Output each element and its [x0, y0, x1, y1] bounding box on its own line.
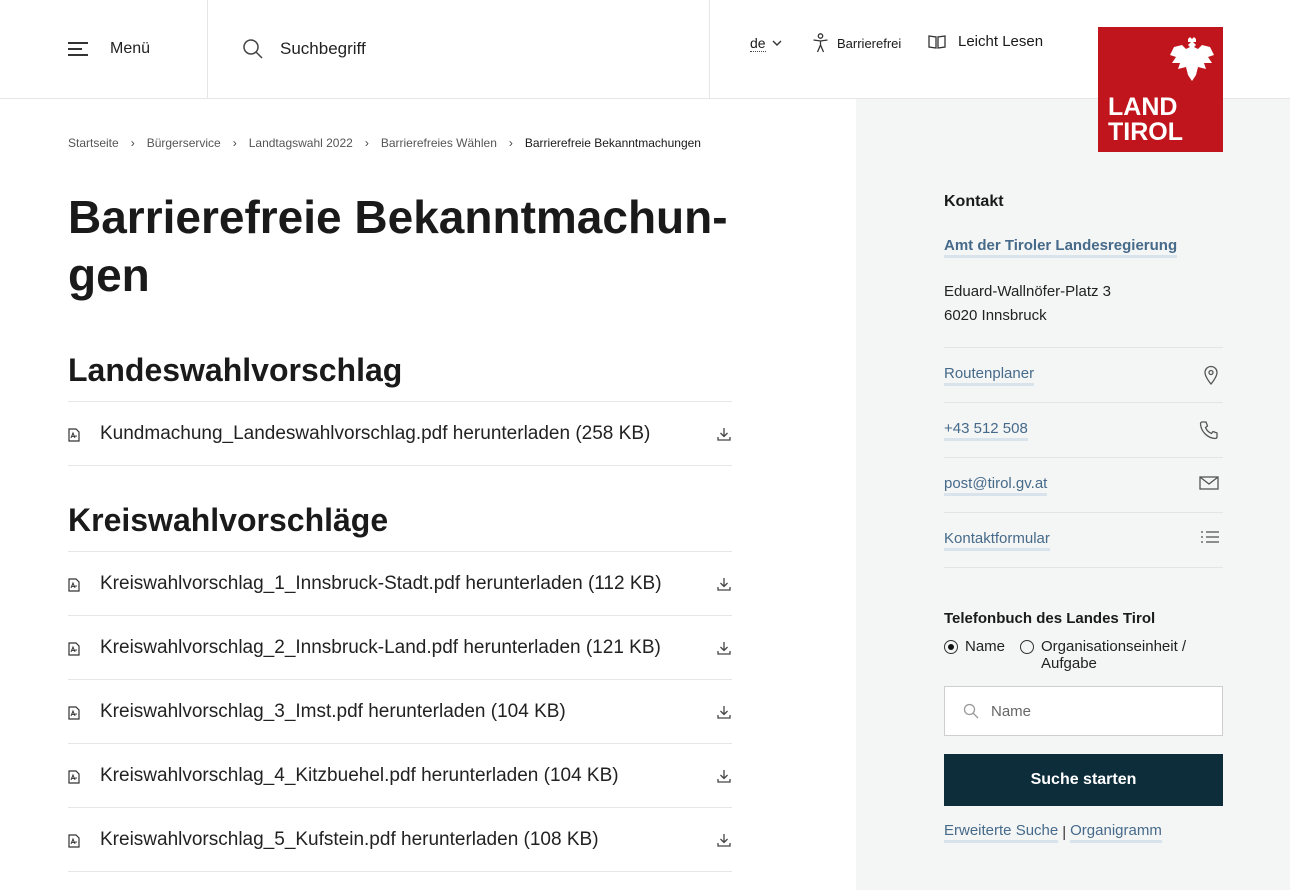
- file-download-row[interactable]: Kreiswahlvorschlag_1_Innsbruck-Stadt.pdf…: [68, 552, 732, 616]
- site-header: Menü de Barrierefrei Leicht Lesen: [0, 0, 1290, 99]
- email-link[interactable]: post@tirol.gv.at: [944, 475, 1048, 496]
- organization-link[interactable]: Amt der Tiroler Landesregierung: [944, 237, 1178, 258]
- org-chart-link[interactable]: Organigramm: [1070, 822, 1162, 843]
- file-download-row[interactable]: Kreiswahlvorschlag_2_Innsbruck-Land.pdf …: [68, 616, 732, 680]
- phonebook-links: Erweiterte Suche | Organigramm: [944, 822, 1162, 843]
- language-selector[interactable]: de: [750, 35, 782, 52]
- radio-name-label: Name: [965, 638, 1006, 655]
- download-icon[interactable]: [716, 704, 732, 720]
- logo-line-land: LAND: [1108, 93, 1178, 121]
- section-heading-kreiswahlvorschlaege: Kreiswahlvorschläge: [68, 502, 389, 538]
- book-icon: [928, 34, 946, 49]
- chevron-down-icon: [772, 40, 782, 46]
- header-search: [208, 0, 710, 98]
- contact-row-route-planner[interactable]: Routenplaner: [944, 348, 1223, 403]
- search-start-button[interactable]: Suche starten: [944, 754, 1223, 806]
- file-link[interactable]: Kreiswahlvorschlag_4_Kitzbuehel.pdf heru…: [100, 765, 619, 787]
- chevron-right-icon: ›: [232, 136, 237, 150]
- radio-org-line2: Aufgabe: [1041, 655, 1097, 672]
- file-link[interactable]: Kreiswahlvorschlag_5_Kufstein.pdf herunt…: [100, 829, 599, 851]
- radio-name-indicator[interactable]: [944, 640, 958, 654]
- breadcrumb-barrierefreies-waehlen[interactable]: Barrierefreies Wählen: [381, 136, 497, 150]
- breadcrumb: Startseite › Bürgerservice › Landtagswah…: [68, 136, 701, 150]
- file-list-kreiswahlvorschlaege: Kreiswahlvorschlag_1_Innsbruck-Stadt.pdf…: [68, 551, 732, 872]
- chevron-right-icon: ›: [508, 136, 513, 150]
- mail-icon: [1199, 476, 1219, 490]
- contact-form-link[interactable]: Kontaktformular: [944, 530, 1050, 551]
- list-icon: [1201, 531, 1219, 543]
- hamburger-icon: [68, 42, 88, 56]
- file-list-landeswahlvorschlag: Kundmachung_Landeswahlvorschlag.pdf heru…: [68, 401, 732, 466]
- chevron-right-icon: ›: [130, 136, 135, 150]
- radio-org-line1: Organisationseinheit /: [1041, 638, 1187, 655]
- phonebook-name-field: [944, 686, 1223, 736]
- easy-read-label: Leicht Lesen: [958, 33, 1044, 50]
- page-title-line1: Barrierefreie Bekanntmachun-: [68, 191, 728, 243]
- chevron-right-icon: ›: [364, 136, 369, 150]
- accessibility-person-icon: [813, 33, 828, 53]
- land-tirol-logo[interactable]: LAND TIROL: [1098, 27, 1223, 152]
- breadcrumb-buergerservice[interactable]: Bürgerservice: [147, 136, 221, 150]
- file-link[interactable]: Kreiswahlvorschlag_2_Innsbruck-Land.pdf …: [100, 637, 661, 659]
- menu-label: Menü: [110, 40, 151, 57]
- easy-read-link[interactable]: Leicht Lesen: [928, 33, 1043, 50]
- location-pin-icon: [1204, 365, 1218, 385]
- pdf-file-icon: [68, 834, 80, 848]
- file-download-row[interactable]: Kundmachung_Landeswahlvorschlag.pdf heru…: [68, 402, 732, 466]
- contact-list: Routenplaner +43 512 508 post@tirol.gv.a…: [944, 347, 1223, 568]
- tirol-eagle-icon: [1170, 37, 1214, 81]
- radio-name[interactable]: Name: [944, 638, 1005, 655]
- section-heading-landeswahlvorschlag: Landeswahlvorschlag: [68, 352, 403, 388]
- file-download-row[interactable]: Kreiswahlvorschlag_5_Kufstein.pdf herunt…: [68, 808, 732, 872]
- name-input[interactable]: [991, 702, 1211, 720]
- radio-organization-label: Organisationseinheit / Aufgabe: [1041, 638, 1186, 672]
- pdf-file-icon: [68, 706, 80, 720]
- menu-button[interactable]: Menü: [0, 0, 208, 98]
- radio-organization[interactable]: Organisationseinheit / Aufgabe: [1020, 638, 1186, 672]
- advanced-search-link[interactable]: Erweiterte Suche: [944, 822, 1059, 843]
- search-icon: [243, 39, 263, 59]
- file-link[interactable]: Kreiswahlvorschlag_3_Imst.pdf herunterla…: [100, 701, 566, 723]
- address-street: Eduard-Wallnöfer-Platz 3: [944, 283, 1112, 300]
- pdf-file-icon: [68, 578, 80, 592]
- language-value: de: [750, 35, 766, 52]
- phone-link[interactable]: +43 512 508: [944, 420, 1028, 441]
- file-download-row[interactable]: Kreiswahlvorschlag_3_Imst.pdf herunterla…: [68, 680, 732, 744]
- phone-icon: [1199, 421, 1218, 440]
- page-title-line2: gen: [68, 249, 150, 301]
- address-city: 6020 Innsbruck: [944, 307, 1047, 324]
- file-download-row[interactable]: Kreiswahlvorschlag_4_Kitzbuehel.pdf heru…: [68, 744, 732, 808]
- file-link[interactable]: Kundmachung_Landeswahlvorschlag.pdf heru…: [100, 423, 650, 445]
- radio-organization-indicator[interactable]: [1020, 640, 1034, 654]
- contact-title: Kontakt: [944, 193, 1004, 210]
- accessibility-link[interactable]: Barrierefrei: [812, 33, 901, 53]
- pdf-file-icon: [68, 770, 80, 784]
- breadcrumb-current: Barrierefreie Bekanntmachungen: [524, 136, 701, 150]
- pdf-file-icon: [68, 642, 80, 656]
- link-separator: |: [1062, 824, 1067, 841]
- download-icon[interactable]: [716, 832, 732, 848]
- logo-line-tirol: TIROL: [1108, 118, 1183, 146]
- contact-row-phone[interactable]: +43 512 508: [944, 403, 1223, 458]
- address: Eduard-Wallnöfer-Platz 3 6020 Innsbruck: [944, 280, 1111, 328]
- breadcrumb-startseite[interactable]: Startseite: [68, 136, 119, 150]
- download-icon[interactable]: [716, 768, 732, 784]
- download-icon[interactable]: [716, 576, 732, 592]
- download-icon[interactable]: [716, 640, 732, 656]
- route-planner-link[interactable]: Routenplaner: [944, 365, 1035, 386]
- pdf-file-icon: [68, 428, 80, 442]
- contact-row-email[interactable]: post@tirol.gv.at: [944, 458, 1223, 513]
- search-input[interactable]: [280, 39, 660, 59]
- file-link[interactable]: Kreiswahlvorschlag_1_Innsbruck-Stadt.pdf…: [100, 573, 662, 595]
- search-icon: [963, 703, 979, 719]
- contact-row-contact-form[interactable]: Kontaktformular: [944, 513, 1223, 568]
- accessibility-label: Barrierefrei: [837, 35, 902, 51]
- page-title: Barrierefreie Bekanntmachun- gen: [68, 188, 748, 304]
- phonebook-title: Telefonbuch des Landes Tirol: [944, 610, 1156, 627]
- download-icon[interactable]: [716, 426, 732, 442]
- breadcrumb-landtagswahl[interactable]: Landtagswahl 2022: [249, 136, 353, 150]
